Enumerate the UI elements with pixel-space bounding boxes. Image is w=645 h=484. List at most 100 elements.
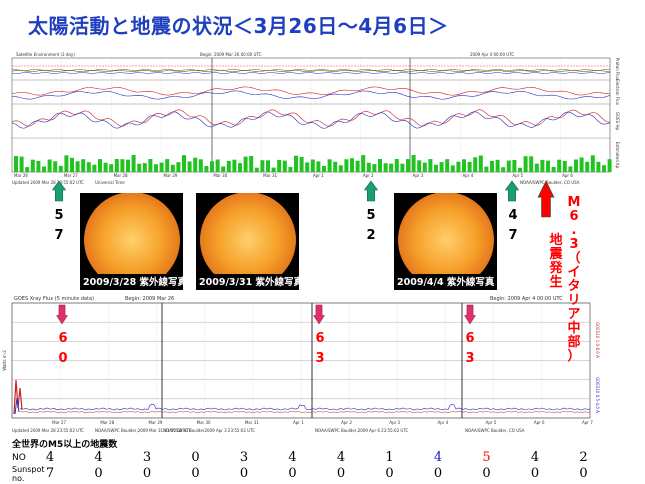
kp-bar bbox=[109, 164, 114, 172]
xray-x-tick: Mar 30 bbox=[197, 420, 211, 425]
no-value: 3 bbox=[142, 450, 152, 465]
kp-bar bbox=[417, 160, 422, 172]
kp-bar bbox=[579, 157, 584, 172]
sun-image-1: 2009/3/28 紫外線写真 bbox=[80, 193, 183, 290]
kp-bar bbox=[450, 165, 455, 172]
xray-footer: NOAA/SWPC Boulder,2009 Apr 6 23:55:02 UT… bbox=[315, 428, 409, 433]
xray-right-label: GOES10 0.5-4.0 A bbox=[595, 377, 600, 413]
xray-x-tick: Mar 28 bbox=[100, 420, 114, 425]
top-footer-noaa: NOAA/SWPC Boulder, CO USA bbox=[520, 180, 580, 185]
kp-bar bbox=[490, 160, 494, 172]
kp-bar bbox=[47, 159, 52, 172]
sunspot-value: 0 bbox=[433, 466, 443, 481]
kp-bar bbox=[383, 163, 388, 172]
top-footer-updated: Updated 2009 Mar 28 23:55:02 UTC bbox=[12, 180, 84, 185]
sunspot-value: 0 bbox=[336, 466, 346, 481]
kp-bar bbox=[506, 160, 511, 172]
kp-bar bbox=[439, 162, 444, 172]
kp-bar bbox=[126, 159, 130, 172]
sunspot-value: 0 bbox=[191, 466, 200, 481]
xray-x-tick: Apr 5 bbox=[486, 420, 497, 425]
top-chart-begin: Begin: 2009 Mar 26 00:00 UTC bbox=[200, 52, 262, 57]
kp-bar bbox=[70, 157, 74, 172]
kp-bar bbox=[546, 160, 550, 172]
kp-bar bbox=[350, 158, 354, 172]
kp-bar bbox=[282, 160, 287, 172]
kp-bar bbox=[36, 160, 41, 172]
kp-bar bbox=[142, 163, 147, 172]
x-tick-label: Mar 26 bbox=[14, 173, 28, 178]
kp-bar bbox=[294, 155, 298, 172]
kp-bar bbox=[114, 159, 119, 172]
kp-bar bbox=[445, 159, 450, 172]
sunspot-value: 0 bbox=[142, 466, 152, 481]
kp-bar bbox=[103, 162, 108, 172]
panel-label: Proton Flux bbox=[615, 58, 620, 81]
kp-bar bbox=[249, 156, 254, 172]
kp-bar bbox=[568, 166, 573, 172]
marker-digit: 6 bbox=[315, 331, 325, 346]
xray-y-label: Watts m-2 bbox=[2, 350, 7, 371]
no-value: 0 bbox=[191, 450, 200, 465]
sunspot-value: 0 bbox=[288, 466, 297, 481]
xray-begin: Begin: 2009 Mar 26 bbox=[125, 296, 174, 302]
x-tick-label: Mar 31 bbox=[263, 173, 277, 178]
kp-bar bbox=[484, 166, 489, 172]
marker-digit: 6 bbox=[465, 331, 475, 346]
kp-bar bbox=[176, 162, 181, 172]
kp-bar bbox=[232, 159, 237, 172]
kp-bar bbox=[456, 161, 461, 172]
no-value: 4 bbox=[94, 450, 103, 465]
xray-end: Begin: 2009 Apr 4 00:00 UTC bbox=[490, 296, 563, 302]
x-tick-label: Apr 4 bbox=[463, 173, 474, 178]
kp-bar bbox=[243, 156, 248, 172]
panel-label: Estimated Kp bbox=[615, 142, 620, 169]
no-value: 4 bbox=[45, 450, 55, 465]
kp-bar bbox=[540, 159, 545, 172]
kp-bar bbox=[182, 155, 186, 172]
kp-bar bbox=[277, 159, 282, 172]
kp-bar bbox=[215, 159, 220, 172]
xray-x-tick: Mar 27 bbox=[52, 420, 66, 425]
x-tick-label: Apr 2 bbox=[363, 173, 374, 178]
panel-label: GOES Hp bbox=[615, 112, 620, 131]
kp-bar bbox=[305, 162, 310, 172]
sunspot-value: 0 bbox=[385, 466, 394, 481]
sun-image-2: 2009/3/31 紫外線写真 bbox=[196, 193, 299, 290]
marker-digit: 4 bbox=[508, 208, 518, 223]
kp-bar bbox=[428, 159, 433, 172]
xray-x-tick: Mar 31 bbox=[245, 420, 259, 425]
kp-bar bbox=[58, 165, 63, 172]
marker-digit: 5 bbox=[54, 208, 64, 223]
marker-digit: 5 bbox=[366, 208, 376, 223]
x-tick-label: Mar 28 bbox=[114, 173, 128, 178]
x-tick-label: Mar 29 bbox=[164, 173, 178, 178]
event-annotation-col2: 地震発生 bbox=[549, 233, 563, 290]
kp-bar bbox=[366, 162, 371, 172]
red-up-arrow bbox=[537, 180, 555, 218]
panel-label: Electron Flux bbox=[615, 79, 620, 106]
kp-bar bbox=[198, 159, 203, 172]
kp-bar bbox=[406, 159, 410, 172]
kp-bar bbox=[467, 162, 472, 172]
marker-number: 4 7 bbox=[506, 207, 520, 245]
no-value: 4 bbox=[336, 450, 346, 465]
marker-digit: 3 bbox=[465, 351, 475, 366]
no-value: 4 bbox=[530, 450, 540, 465]
xray-x-tick: Apr 2 bbox=[341, 420, 352, 425]
xray-x-tick: Apr 3 bbox=[389, 420, 400, 425]
kp-bar bbox=[25, 167, 30, 172]
xray-x-tick: Apr 7 bbox=[582, 420, 593, 425]
top-chart-header: Satellite Environment (3 day) bbox=[16, 52, 75, 57]
sun-caption: 2009/3/28 紫外線写真 bbox=[83, 274, 183, 288]
x-tick-label: Apr 3 bbox=[413, 173, 424, 178]
kp-bar bbox=[170, 164, 175, 172]
kp-bar bbox=[19, 156, 24, 172]
marker-number: 6 3 bbox=[313, 330, 327, 368]
xray-footer: Updated 2009 Mar 28 23:55:02 UTC bbox=[12, 428, 84, 433]
kp-bar bbox=[607, 159, 612, 172]
kp-bar bbox=[394, 159, 399, 172]
marker-digit: 7 bbox=[508, 228, 518, 243]
kp-bar bbox=[42, 166, 46, 172]
top-footer-ut: Universal Time bbox=[95, 180, 125, 185]
